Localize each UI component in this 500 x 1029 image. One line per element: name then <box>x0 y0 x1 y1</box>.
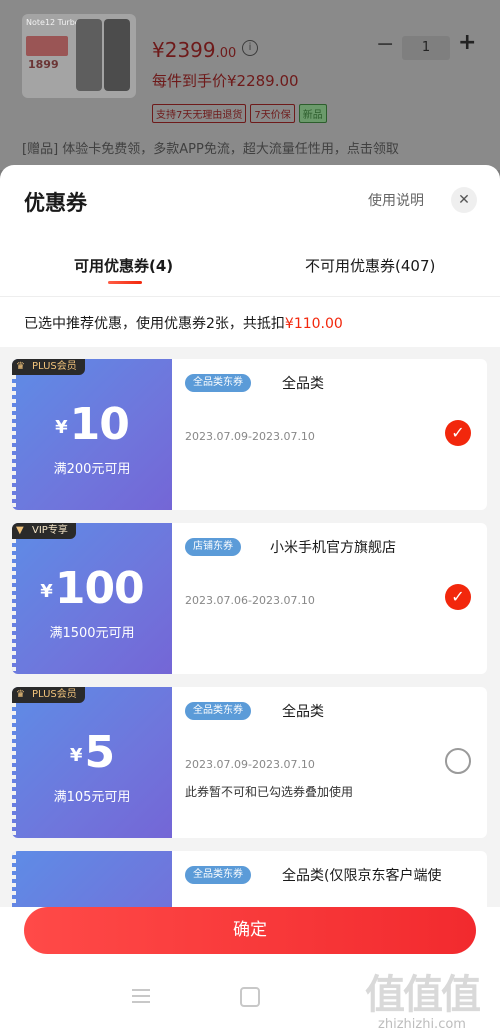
gift-line[interactable]: [赠品] 体验卡免费领，多款APP免流，超大流量任性用，点击领取 <box>22 138 399 157</box>
coupon-validity: 2023.07.09-2023.07.10 <box>185 430 315 443</box>
menu-icon[interactable] <box>132 989 150 1003</box>
coupon-type-tag: 全品类东券 <box>185 866 251 884</box>
product-image-price: 1899 <box>28 58 59 71</box>
coupon-checkbox-checked[interactable]: ✓ <box>445 584 471 610</box>
coupon-name: 全品类(仅限京东客户端使 <box>282 868 442 884</box>
service-tag-new: 新品 <box>298 104 327 123</box>
product-image-brand: Note12 Turbo <box>26 18 80 27</box>
service-tag-price-protect: 7天价保 <box>250 104 295 123</box>
tab-available-coupons[interactable]: 可用优惠券(4) <box>74 255 173 276</box>
coupon-badge: ♛ PLUS会员 <box>12 359 85 375</box>
coupon-name: 全品类 <box>282 704 324 720</box>
coupon-type-tag: 全品类东券 <box>185 374 251 392</box>
coupon-amount: ¥5 <box>69 727 115 778</box>
coupon-validity: 2023.07.09-2023.07.10 <box>185 758 315 771</box>
phone-render-right <box>104 19 130 91</box>
coupon-value-panel: ▼ VIP专享 ¥100 满1500元可用 <box>12 523 172 674</box>
home-icon[interactable] <box>240 987 260 1007</box>
close-icon: ✕ <box>458 192 470 208</box>
service-tag-return: 支持7天无理由退货 <box>152 104 247 123</box>
coupon-checkbox-unchecked[interactable] <box>445 748 471 774</box>
product-card-overlay: Note12 Turbo 1899 ¥2399.00 i − 1 + 每件到手价… <box>0 0 500 170</box>
close-button[interactable]: ✕ <box>451 187 477 213</box>
watermark-logo: 值值值 <box>365 972 481 1018</box>
vip-v-icon: ▼ <box>16 525 24 536</box>
coupon-badge: ▼ VIP专享 <box>12 523 76 539</box>
crown-icon: ♛ <box>16 689 25 700</box>
coupon-amount: ¥100 <box>40 563 144 614</box>
check-icon: ✓ <box>451 587 465 606</box>
coupon-card[interactable]: 全品类东券 全品类(仅限京东客户端使 <box>12 851 487 907</box>
final-price: 每件到手价¥2289.00 <box>152 72 299 90</box>
coupon-value-panel: ♛ PLUS会员 ¥5 满105元可用 <box>12 687 172 838</box>
active-tab-indicator <box>108 281 142 284</box>
coupon-type-tag: 全品类东券 <box>185 702 251 720</box>
coupon-card[interactable]: ♛ PLUS会员 ¥5 满105元可用 全品类东券 全品类 2023.07.09-… <box>12 687 487 838</box>
coupon-list[interactable]: ♛ PLUS会员 ¥10 满200元可用 全品类东券 全品类 2023.07.09… <box>0 347 500 907</box>
sheet-title: 优惠券 <box>24 191 87 215</box>
coupon-condition: 满200元可用 <box>53 462 131 477</box>
coupon-card[interactable]: ♛ PLUS会员 ¥10 满200元可用 全品类东券 全品类 2023.07.09… <box>12 359 487 510</box>
watermark: 值值值 zhizhizhi.com <box>352 973 492 1029</box>
coupon-name: 全品类 <box>282 376 324 392</box>
product-price: ¥2399.00 <box>152 38 236 62</box>
watermark-url: zhizhizhi.com <box>378 1017 466 1029</box>
coupon-type-tag: 店铺东券 <box>185 538 241 556</box>
coupon-card[interactable]: ▼ VIP专享 ¥100 满1500元可用 店铺东券 小米手机官方旗舰店 2023… <box>12 523 487 674</box>
tab-unavailable-coupons[interactable]: 不可用优惠券(407) <box>305 255 435 276</box>
bottom-bar: 确定 值值值 zhizhizhi.com <box>0 907 500 1029</box>
price-currency: ¥ <box>152 38 165 62</box>
price-decimal: .00 <box>215 46 237 61</box>
crown-icon: ♛ <box>16 361 25 372</box>
coupon-value-panel <box>12 851 172 907</box>
quantity-minus-button[interactable]: − <box>376 32 394 57</box>
quantity-input[interactable]: 1 <box>402 36 450 60</box>
quantity-plus-button[interactable]: + <box>458 30 476 55</box>
coupon-value-panel: ♛ PLUS会员 ¥10 满200元可用 <box>12 359 172 510</box>
coupon-badge: ♛ PLUS会员 <box>12 687 85 703</box>
usage-help-link[interactable]: 使用说明 <box>368 190 424 210</box>
coupon-name: 小米手机官方旗舰店 <box>270 540 396 556</box>
phone-render-left <box>76 19 102 91</box>
coupon-condition: 满105元可用 <box>53 790 131 805</box>
product-image: Note12 Turbo 1899 <box>22 14 136 98</box>
coupon-amount: ¥10 <box>55 399 130 450</box>
confirm-button[interactable]: 确定 <box>24 907 476 954</box>
price-integer: 2399 <box>164 38 216 62</box>
selection-summary: 已选中推荐优惠，使用优惠券2张，共抵扣¥110.00 <box>24 313 343 333</box>
divider <box>0 296 500 297</box>
coupon-stack-note: 此券暂不可和已勾选券叠加使用 <box>185 785 354 799</box>
coupon-sheet: 优惠券 使用说明 ✕ 可用优惠券(4) 不可用优惠券(407) 已选中推荐优惠，… <box>0 165 500 1029</box>
coupon-checkbox-checked[interactable]: ✓ <box>445 420 471 446</box>
service-tags: 支持7天无理由退货 7天价保 新品 <box>152 104 327 123</box>
summary-text: 已选中推荐优惠，使用优惠券2张，共抵扣 <box>24 316 285 332</box>
coupon-validity: 2023.07.06-2023.07.10 <box>185 594 315 607</box>
coupon-condition: 满1500元可用 <box>49 626 135 641</box>
product-image-banner <box>26 36 68 56</box>
info-icon[interactable]: i <box>242 40 258 56</box>
check-icon: ✓ <box>451 423 465 442</box>
summary-amount: ¥110.00 <box>284 316 343 332</box>
